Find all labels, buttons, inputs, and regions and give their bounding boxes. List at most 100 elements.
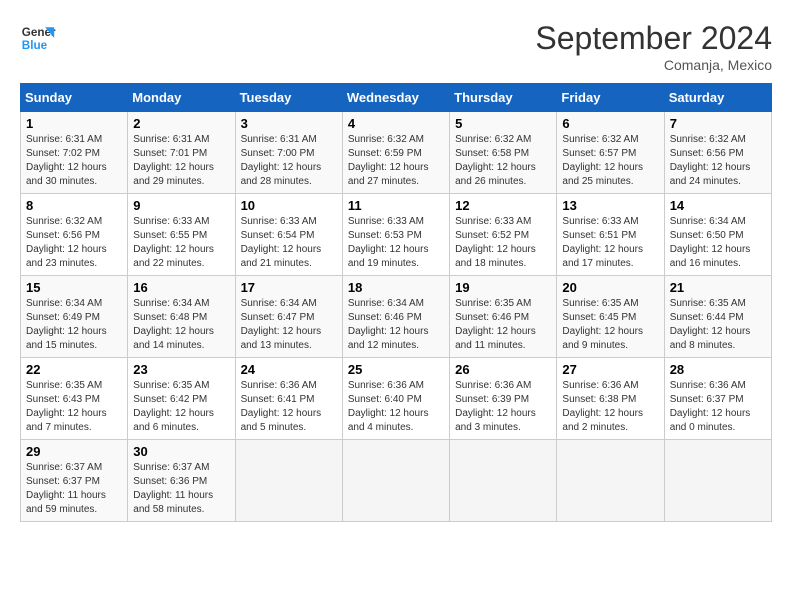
day-number: 15: [26, 280, 122, 295]
header-thursday: Thursday: [450, 84, 557, 112]
day-number: 28: [670, 362, 766, 377]
day-info: Sunrise: 6:35 AM Sunset: 6:46 PM Dayligh…: [455, 297, 551, 353]
day-number: 30: [133, 444, 229, 459]
header-saturday: Saturday: [664, 84, 771, 112]
calendar-cell: 1 Sunrise: 6:31 AM Sunset: 7:02 PM Daylig…: [21, 112, 128, 194]
calendar-cell: 22 Sunrise: 6:35 AM Sunset: 6:43 PM Dayli…: [21, 358, 128, 440]
calendar-cell: 28 Sunrise: 6:36 AM Sunset: 6:37 PM Dayli…: [664, 358, 771, 440]
day-info: Sunrise: 6:35 AM Sunset: 6:44 PM Dayligh…: [670, 297, 766, 353]
calendar-cell: 9 Sunrise: 6:33 AM Sunset: 6:55 PM Daylig…: [128, 194, 235, 276]
calendar-cell: 8Sunrise: 6:32 AM Sunset: 6:56 PM Daylig…: [21, 194, 128, 276]
calendar-cell: 21 Sunrise: 6:35 AM Sunset: 6:44 PM Dayli…: [664, 276, 771, 358]
calendar-cell: 20 Sunrise: 6:35 AM Sunset: 6:45 PM Dayli…: [557, 276, 664, 358]
day-info: Sunrise: 6:35 AM Sunset: 6:45 PM Dayligh…: [562, 297, 658, 353]
month-title: September 2024: [535, 20, 772, 57]
calendar-week-row: 1 Sunrise: 6:31 AM Sunset: 7:02 PM Daylig…: [21, 112, 772, 194]
day-info: Sunrise: 6:31 AM Sunset: 7:01 PM Dayligh…: [133, 133, 229, 189]
day-number: 2: [133, 116, 229, 131]
day-number: 27: [562, 362, 658, 377]
calendar-cell: 23 Sunrise: 6:35 AM Sunset: 6:42 PM Dayli…: [128, 358, 235, 440]
calendar-cell: 3 Sunrise: 6:31 AM Sunset: 7:00 PM Daylig…: [235, 112, 342, 194]
day-info: Sunrise: 6:35 AM Sunset: 6:43 PM Dayligh…: [26, 379, 122, 435]
calendar-week-row: 29Sunrise: 6:37 AM Sunset: 6:37 PM Dayli…: [21, 440, 772, 522]
svg-text:Blue: Blue: [22, 39, 48, 52]
calendar-header-row: SundayMondayTuesdayWednesdayThursdayFrid…: [21, 84, 772, 112]
day-info: Sunrise: 6:32 AM Sunset: 6:57 PM Dayligh…: [562, 133, 658, 189]
calendar-cell: [557, 440, 664, 522]
day-number: 11: [348, 198, 444, 213]
day-info: Sunrise: 6:36 AM Sunset: 6:38 PM Dayligh…: [562, 379, 658, 435]
day-number: 22: [26, 362, 122, 377]
page-header: General Blue September 2024 Comanja, Mex…: [20, 20, 772, 73]
day-number: 23: [133, 362, 229, 377]
day-info: Sunrise: 6:37 AM Sunset: 6:36 PM Dayligh…: [133, 461, 229, 517]
title-block: September 2024 Comanja, Mexico: [535, 20, 772, 73]
calendar-cell: [342, 440, 449, 522]
calendar-cell: 16Sunrise: 6:34 AM Sunset: 6:48 PM Dayli…: [128, 276, 235, 358]
logo-icon: General Blue: [20, 20, 56, 56]
calendar-cell: 4Sunrise: 6:32 AM Sunset: 6:59 PM Daylig…: [342, 112, 449, 194]
day-info: Sunrise: 6:34 AM Sunset: 6:50 PM Dayligh…: [670, 215, 766, 271]
day-info: Sunrise: 6:35 AM Sunset: 6:42 PM Dayligh…: [133, 379, 229, 435]
calendar-table: SundayMondayTuesdayWednesdayThursdayFrid…: [20, 83, 772, 522]
day-number: 19: [455, 280, 551, 295]
calendar-week-row: 22 Sunrise: 6:35 AM Sunset: 6:43 PM Dayli…: [21, 358, 772, 440]
calendar-cell: [664, 440, 771, 522]
day-number: 9: [133, 198, 229, 213]
calendar-cell: 27 Sunrise: 6:36 AM Sunset: 6:38 PM Dayli…: [557, 358, 664, 440]
calendar-cell: 15 Sunrise: 6:34 AM Sunset: 6:49 PM Dayli…: [21, 276, 128, 358]
day-number: 29: [26, 444, 122, 459]
day-number: 24: [241, 362, 337, 377]
day-info: Sunrise: 6:36 AM Sunset: 6:39 PM Dayligh…: [455, 379, 551, 435]
day-info: Sunrise: 6:33 AM Sunset: 6:54 PM Dayligh…: [241, 215, 337, 271]
day-info: Sunrise: 6:33 AM Sunset: 6:52 PM Dayligh…: [455, 215, 551, 271]
day-number: 5: [455, 116, 551, 131]
header-sunday: Sunday: [21, 84, 128, 112]
day-number: 13: [562, 198, 658, 213]
day-info: Sunrise: 6:31 AM Sunset: 7:02 PM Dayligh…: [26, 133, 122, 189]
calendar-cell: 13 Sunrise: 6:33 AM Sunset: 6:51 PM Dayli…: [557, 194, 664, 276]
day-info: Sunrise: 6:32 AM Sunset: 6:56 PM Dayligh…: [670, 133, 766, 189]
day-number: 18: [348, 280, 444, 295]
header-wednesday: Wednesday: [342, 84, 449, 112]
calendar-cell: 11 Sunrise: 6:33 AM Sunset: 6:53 PM Dayli…: [342, 194, 449, 276]
calendar-cell: 6Sunrise: 6:32 AM Sunset: 6:57 PM Daylig…: [557, 112, 664, 194]
calendar-cell: 5 Sunrise: 6:32 AM Sunset: 6:58 PM Daylig…: [450, 112, 557, 194]
day-number: 1: [26, 116, 122, 131]
location: Comanja, Mexico: [535, 57, 772, 73]
day-info: Sunrise: 6:36 AM Sunset: 6:37 PM Dayligh…: [670, 379, 766, 435]
calendar-cell: 19 Sunrise: 6:35 AM Sunset: 6:46 PM Dayli…: [450, 276, 557, 358]
calendar-week-row: 8Sunrise: 6:32 AM Sunset: 6:56 PM Daylig…: [21, 194, 772, 276]
day-number: 12: [455, 198, 551, 213]
day-number: 26: [455, 362, 551, 377]
day-info: Sunrise: 6:34 AM Sunset: 6:49 PM Dayligh…: [26, 297, 122, 353]
day-number: 20: [562, 280, 658, 295]
day-info: Sunrise: 6:33 AM Sunset: 6:55 PM Dayligh…: [133, 215, 229, 271]
day-number: 10: [241, 198, 337, 213]
calendar-cell: 30 Sunrise: 6:37 AM Sunset: 6:36 PM Dayli…: [128, 440, 235, 522]
day-info: Sunrise: 6:33 AM Sunset: 6:51 PM Dayligh…: [562, 215, 658, 271]
calendar-cell: 29Sunrise: 6:37 AM Sunset: 6:37 PM Dayli…: [21, 440, 128, 522]
calendar-cell: 17Sunrise: 6:34 AM Sunset: 6:47 PM Dayli…: [235, 276, 342, 358]
calendar-cell: 10 Sunrise: 6:33 AM Sunset: 6:54 PM Dayli…: [235, 194, 342, 276]
day-info: Sunrise: 6:31 AM Sunset: 7:00 PM Dayligh…: [241, 133, 337, 189]
header-friday: Friday: [557, 84, 664, 112]
day-info: Sunrise: 6:32 AM Sunset: 6:56 PM Dayligh…: [26, 215, 122, 271]
calendar-cell: 7 Sunrise: 6:32 AM Sunset: 6:56 PM Daylig…: [664, 112, 771, 194]
day-number: 3: [241, 116, 337, 131]
day-number: 21: [670, 280, 766, 295]
calendar-cell: 25Sunrise: 6:36 AM Sunset: 6:40 PM Dayli…: [342, 358, 449, 440]
day-number: 7: [670, 116, 766, 131]
day-info: Sunrise: 6:36 AM Sunset: 6:41 PM Dayligh…: [241, 379, 337, 435]
calendar-cell: 14 Sunrise: 6:34 AM Sunset: 6:50 PM Dayli…: [664, 194, 771, 276]
day-number: 14: [670, 198, 766, 213]
calendar-cell: 18Sunrise: 6:34 AM Sunset: 6:46 PM Dayli…: [342, 276, 449, 358]
day-info: Sunrise: 6:32 AM Sunset: 6:58 PM Dayligh…: [455, 133, 551, 189]
header-monday: Monday: [128, 84, 235, 112]
day-number: 4: [348, 116, 444, 131]
day-info: Sunrise: 6:33 AM Sunset: 6:53 PM Dayligh…: [348, 215, 444, 271]
day-number: 16: [133, 280, 229, 295]
calendar-cell: 2 Sunrise: 6:31 AM Sunset: 7:01 PM Daylig…: [128, 112, 235, 194]
day-number: 25: [348, 362, 444, 377]
day-number: 17: [241, 280, 337, 295]
